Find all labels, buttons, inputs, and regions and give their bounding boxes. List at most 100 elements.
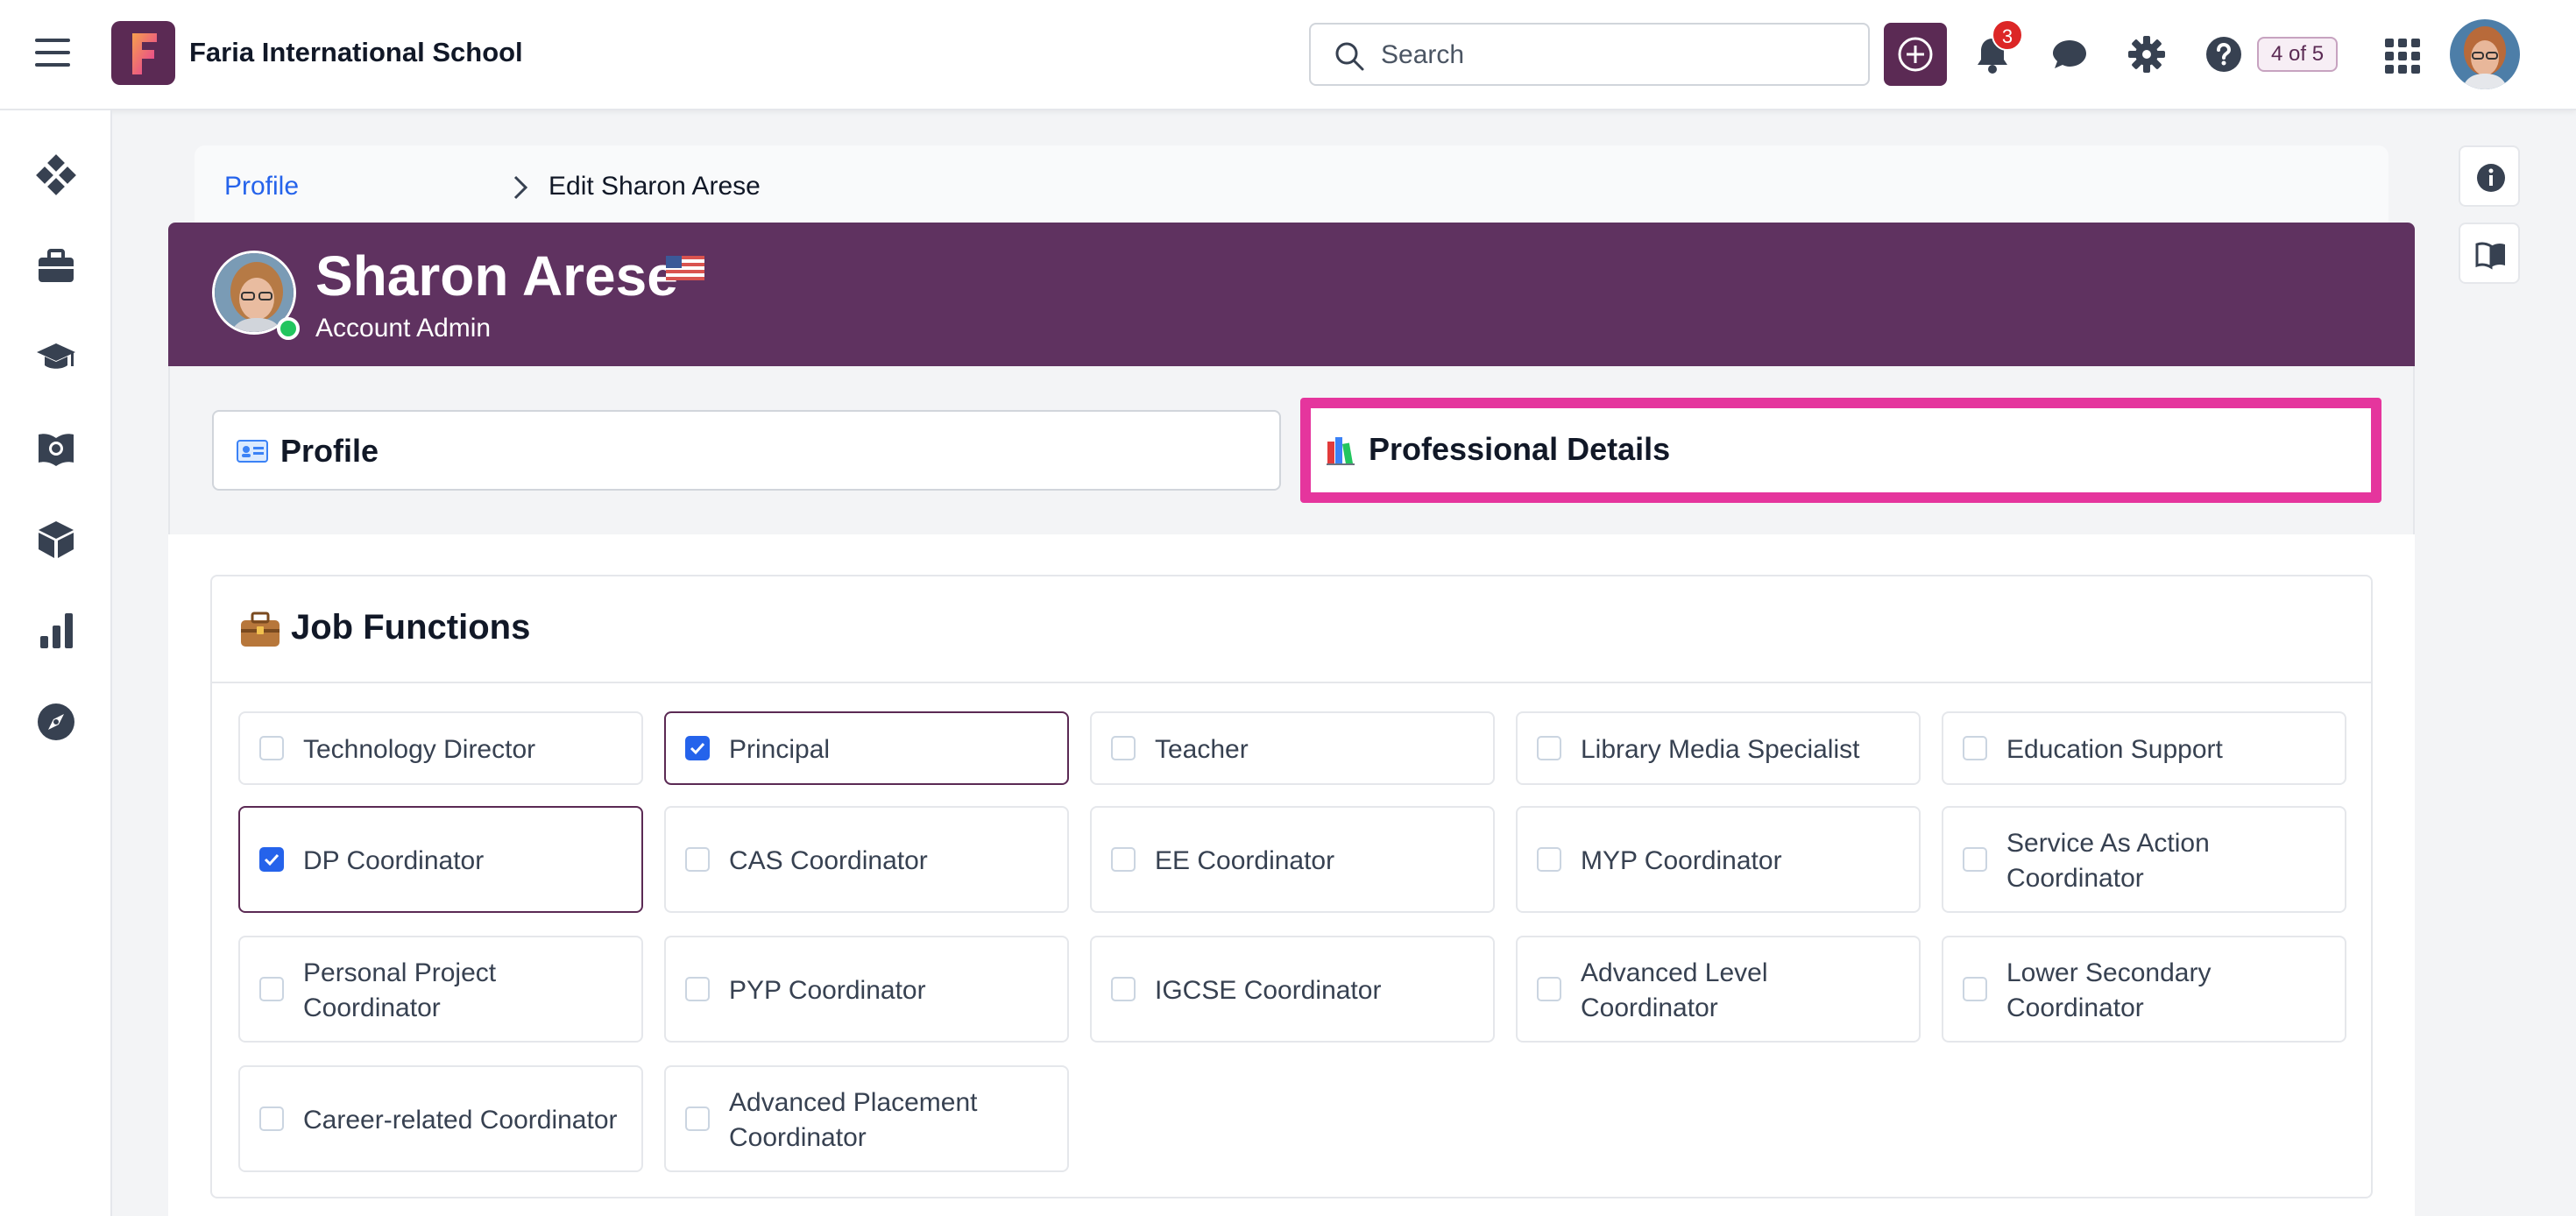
books-icon (1327, 437, 1355, 465)
checkbox[interactable] (1111, 847, 1136, 872)
job-function-label: Advanced Level Coordinator (1581, 958, 1768, 1022)
checkbox[interactable] (1963, 736, 1987, 760)
checkbox[interactable] (1111, 736, 1136, 760)
job-function-option[interactable]: Service As Action Coordinator (1942, 806, 2346, 913)
job-function-label: Principal (729, 735, 831, 764)
job-function-label: Service As Action Coordinator (2006, 829, 2210, 893)
job-function-label: Career-related Coordinator (303, 1106, 618, 1135)
book-globe-icon[interactable] (35, 428, 77, 470)
checkbox[interactable] (1537, 847, 1561, 872)
checkmark-icon (690, 742, 705, 755)
checkbox-checked[interactable] (259, 847, 284, 872)
main-content: Job Functions Technology Director Princip… (168, 534, 2415, 1216)
job-function-label: CAS Coordinator (729, 846, 928, 875)
dashboard-icon[interactable] (35, 154, 77, 196)
checkmark-icon (264, 853, 280, 866)
bar-chart-icon[interactable] (35, 610, 77, 652)
job-function-option[interactable]: Principal (664, 711, 1069, 785)
job-functions-header: Job Functions (212, 576, 2371, 683)
job-function-label: Personal Project Coordinator (303, 958, 497, 1022)
job-function-option[interactable]: Career-related Coordinator (238, 1065, 643, 1172)
us-flag-icon (666, 256, 704, 280)
tab-professional-details-label: Professional Details (1369, 431, 1671, 467)
checkbox[interactable] (1537, 977, 1561, 1001)
apps-grid-icon[interactable] (2385, 39, 2420, 74)
checkbox[interactable] (259, 1106, 284, 1131)
job-function-label: Teacher (1155, 735, 1249, 764)
profile-name: Sharon Arese (315, 244, 678, 308)
job-function-label: IGCSE Coordinator (1155, 976, 1382, 1005)
job-function-option[interactable]: Teacher (1090, 711, 1495, 785)
school-name[interactable]: Faria International School (189, 37, 523, 68)
breadcrumb: Profile Edit Sharon Arese (195, 145, 2388, 224)
breadcrumb-profile-link[interactable]: Profile (224, 172, 299, 201)
job-function-label: Advanced Placement Coordinator (729, 1088, 978, 1152)
profile-role: Account Admin (315, 314, 492, 343)
page-count-badge[interactable]: 4 of 5 (2257, 37, 2339, 72)
checkbox[interactable] (259, 977, 284, 1001)
chevron-right-icon (513, 175, 528, 200)
add-button[interactable] (1884, 23, 1947, 86)
checkbox[interactable] (685, 847, 710, 872)
job-function-option[interactable]: MYP Coordinator (1516, 806, 1921, 913)
online-status-dot (277, 317, 300, 340)
help-icon[interactable] (2203, 33, 2245, 75)
job-function-option[interactable]: Advanced Level Coordinator (1516, 936, 1921, 1043)
job-function-label: EE Coordinator (1155, 846, 1335, 875)
job-function-option[interactable]: Education Support (1942, 711, 2346, 785)
job-function-option[interactable]: IGCSE Coordinator (1090, 936, 1495, 1043)
checkbox[interactable] (259, 736, 284, 760)
job-function-label: Library Media Specialist (1581, 735, 1860, 764)
checkbox[interactable] (1963, 847, 1987, 872)
checkbox[interactable] (1963, 977, 1987, 1001)
search-icon (1335, 42, 1364, 71)
job-function-option[interactable]: DP Coordinator (238, 806, 643, 913)
user-avatar[interactable] (2450, 19, 2520, 89)
profile-tabs: Profile Professional Details (168, 366, 2415, 534)
job-function-option[interactable]: CAS Coordinator (664, 806, 1069, 913)
info-icon (2477, 164, 2505, 192)
checkbox[interactable] (1111, 977, 1136, 1001)
job-function-label: MYP Coordinator (1581, 846, 1782, 875)
cube-icon[interactable] (35, 519, 77, 561)
tab-professional-details[interactable]: Professional Details (1300, 398, 2381, 503)
graduation-cap-icon[interactable] (35, 336, 77, 378)
job-function-option[interactable]: Technology Director (238, 711, 643, 785)
school-logo[interactable] (111, 21, 175, 85)
search-box[interactable] (1309, 23, 1870, 86)
job-function-option[interactable]: EE Coordinator (1090, 806, 1495, 913)
id-card-icon (237, 440, 268, 463)
open-book-icon (2475, 242, 2505, 270)
checkbox-checked[interactable] (685, 736, 710, 760)
left-sidebar (0, 110, 112, 1216)
gear-icon[interactable] (2126, 33, 2168, 75)
checkbox[interactable] (1537, 736, 1561, 760)
job-function-option[interactable]: Personal Project Coordinator (238, 936, 643, 1043)
checkbox[interactable] (685, 977, 710, 1001)
plus-circle-icon (1898, 37, 1933, 72)
job-function-option[interactable]: Lower Secondary Coordinator (1942, 936, 2346, 1043)
job-function-label: DP Coordinator (303, 846, 485, 875)
notification-badge: 3 (1992, 19, 2023, 51)
briefcase-emoji-icon (241, 612, 280, 647)
chat-icon[interactable] (2049, 33, 2091, 75)
job-function-label: Education Support (2006, 735, 2223, 764)
job-function-option[interactable]: PYP Coordinator (664, 936, 1069, 1043)
job-function-option[interactable]: Library Media Specialist (1516, 711, 1921, 785)
info-button[interactable] (2459, 145, 2520, 207)
search-input[interactable] (1381, 37, 1836, 74)
tab-profile[interactable]: Profile (212, 410, 1281, 491)
menu-icon[interactable] (35, 39, 70, 70)
job-function-option[interactable]: Advanced Placement Coordinator (664, 1065, 1069, 1172)
job-function-label: PYP Coordinator (729, 976, 926, 1005)
breadcrumb-current: Edit Sharon Arese (548, 172, 761, 201)
tab-profile-label: Profile (280, 433, 379, 469)
top-bar: Faria International School 3 (0, 0, 2576, 110)
compass-icon[interactable] (35, 701, 77, 743)
briefcase-icon[interactable] (35, 245, 77, 287)
checkbox[interactable] (685, 1106, 710, 1131)
job-functions-title: Job Functions (291, 608, 531, 647)
guide-button[interactable] (2459, 223, 2520, 284)
job-functions-card: Job Functions Technology Director Princip… (210, 575, 2373, 1198)
job-function-label: Lower Secondary Coordinator (2006, 958, 2212, 1022)
